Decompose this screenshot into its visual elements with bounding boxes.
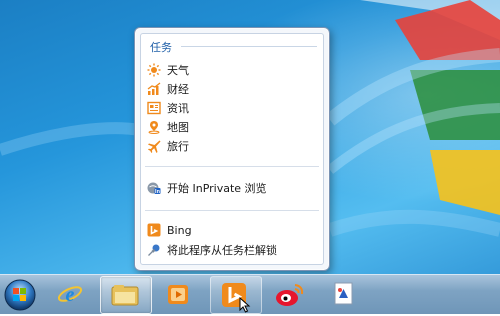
app-bing-item[interactable]: Bing	[147, 221, 319, 239]
app-label: Bing	[167, 223, 192, 237]
task-finance[interactable]: 财经	[147, 80, 319, 98]
task-label: 地图	[167, 121, 189, 134]
chart-icon	[147, 82, 161, 96]
jump-list-body: 任务 天气 财经 资讯 地图 旅行 In 开始 InPrivate 浏览 Bin…	[140, 33, 324, 265]
task-label: 天气	[167, 64, 189, 77]
task-news[interactable]: 资讯	[147, 99, 319, 117]
taskbar-ie-button[interactable]: e	[45, 276, 95, 312]
taskbar-weibo-button[interactable]	[265, 276, 315, 312]
folder-icon	[111, 285, 139, 306]
task-label: 旅行	[167, 140, 189, 153]
news-icon	[147, 101, 161, 115]
section-divider	[181, 46, 317, 47]
media-player-icon	[168, 285, 188, 304]
taskbar-explorer-button[interactable]	[100, 276, 152, 314]
section-title-tasks: 任务	[150, 41, 172, 54]
windows-orb-icon	[4, 279, 36, 311]
airplane-icon	[147, 139, 161, 153]
weibo-icon	[276, 284, 304, 306]
mouse-cursor-icon	[239, 297, 251, 313]
task-label: 资讯	[167, 102, 189, 115]
paint-icon	[334, 282, 353, 305]
menu-separator	[145, 210, 319, 211]
unpin-label: 将此程序从任务栏解锁	[167, 244, 277, 257]
task-maps[interactable]: 地图	[147, 118, 319, 136]
menu-separator	[145, 166, 319, 167]
inprivate-icon: In	[147, 181, 161, 195]
internet-explorer-icon: e	[57, 284, 83, 306]
sun-icon	[147, 63, 161, 77]
unpin-from-taskbar-item[interactable]: 将此程序从任务栏解锁	[147, 241, 319, 259]
inprivate-browsing-item[interactable]: In 开始 InPrivate 浏览	[147, 179, 319, 197]
inprivate-label: 开始 InPrivate 浏览	[167, 182, 267, 195]
bing-icon	[147, 223, 161, 237]
map-pin-icon	[147, 120, 161, 134]
jump-list-menu: 任务 天气 财经 资讯 地图 旅行 In 开始 InPrivate 浏览 Bin…	[134, 27, 330, 271]
taskbar-bing-button[interactable]	[210, 276, 262, 314]
task-weather[interactable]: 天气	[147, 61, 319, 79]
task-label: 财经	[167, 83, 189, 96]
unpin-icon	[147, 243, 161, 257]
taskbar-paint-button[interactable]	[320, 276, 370, 312]
svg-text:e: e	[66, 284, 75, 306]
svg-text:In: In	[155, 189, 161, 195]
task-travel[interactable]: 旅行	[147, 137, 319, 155]
start-button[interactable]	[2, 278, 38, 312]
taskbar-media-player-button[interactable]	[155, 276, 205, 312]
